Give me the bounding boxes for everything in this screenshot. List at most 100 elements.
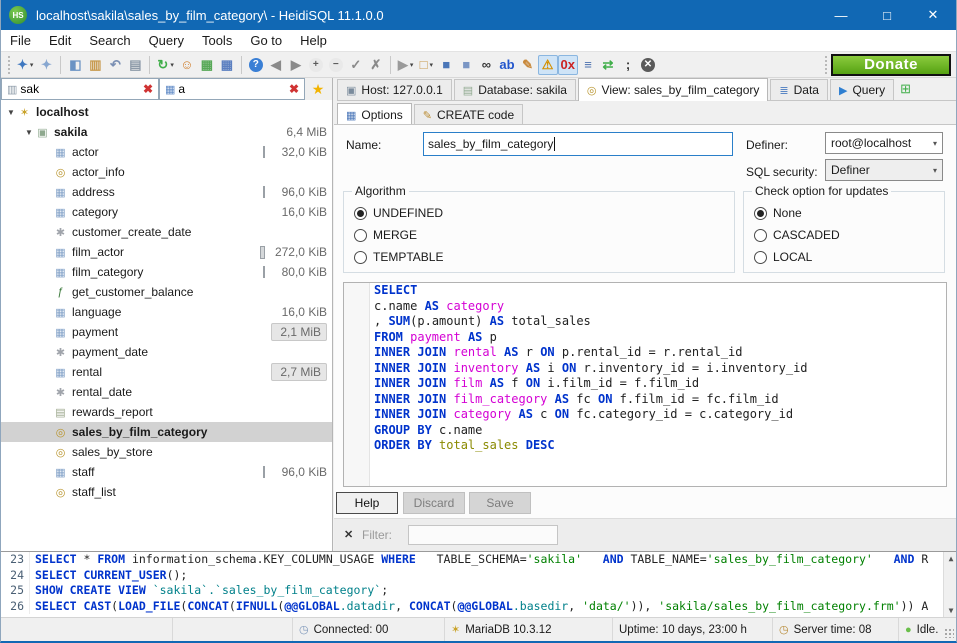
tree-item-rewards_report[interactable]: ▤rewards_report (1, 402, 332, 422)
star-icon[interactable]: ★ (305, 78, 331, 100)
first-record-icon[interactable]: ◀ (266, 55, 286, 75)
database-filter-input[interactable] (20, 82, 140, 96)
tab-database-sakila[interactable]: ▤Database: sakila (454, 79, 576, 100)
size-value: 2,1 MiB (271, 323, 327, 341)
subtab-options[interactable]: ▦Options (337, 103, 412, 126)
table-filter-input[interactable] (178, 82, 286, 96)
maximize-button[interactable]: □ (864, 0, 910, 30)
tree-item-rental_date[interactable]: ✱rental_date (1, 382, 332, 402)
tree-item-sales_by_store[interactable]: ◎sales_by_store (1, 442, 332, 462)
radio-check-local[interactable]: LOCAL (754, 248, 812, 266)
radio-algorithm-merge[interactable]: MERGE (354, 226, 417, 244)
tree-item-rental[interactable]: ▦rental2,7 MiB (1, 362, 332, 382)
radio-check-cascaded[interactable]: CASCADED (754, 226, 840, 244)
explain-icon[interactable]: ≡ (578, 55, 598, 75)
bind-params-icon[interactable]: ⇄ (598, 55, 618, 75)
tree-item-sales_by_film_category[interactable]: ◎sales_by_film_category (1, 422, 332, 442)
scroll-down-icon[interactable]: ▼ (949, 606, 954, 615)
delete-record-icon[interactable]: − (326, 55, 346, 75)
last-record-icon[interactable]: ▶ (286, 55, 306, 75)
stop-on-errors-icon[interactable]: ⚠ (538, 55, 558, 75)
radio-algorithm-temptable[interactable]: TEMPTABLE (354, 248, 443, 266)
new-query-tab-icon[interactable]: ⊞ (900, 81, 911, 97)
menu-item-file[interactable]: File (1, 30, 40, 51)
chevron-expanded-icon[interactable]: ▼ (5, 108, 17, 117)
sql-log-panel[interactable]: ▲ ▼ 23SELECT * FROM information_schema.K… (1, 551, 957, 617)
session-manager-icon[interactable]: ✦▾ (14, 55, 36, 75)
tab-host-127-0-0-1[interactable]: ▣Host: 127.0.0.1 (337, 79, 452, 100)
save-sql-as-icon[interactable]: ■ (456, 55, 476, 75)
tree-item-customer_create_date[interactable]: ✱customer_create_date (1, 222, 332, 242)
cancel-edits-icon[interactable]: ✗ (366, 55, 386, 75)
help-icon[interactable]: ? (246, 55, 266, 75)
tree-item-localhost[interactable]: ▼✶localhost (1, 102, 332, 122)
editor-line: 10GROUP BY c.name (344, 423, 946, 439)
tree-item-film_category[interactable]: ▦film_category80,0 KiB (1, 262, 332, 282)
blob-viewer-icon[interactable]: 0x (558, 55, 578, 75)
save-data-icon[interactable]: ▦ (217, 55, 237, 75)
close-icon[interactable]: ✕ (344, 528, 353, 541)
menu-item-query[interactable]: Query (140, 30, 193, 51)
paste-icon[interactable]: ▥ (85, 55, 105, 75)
tree-item-sakila[interactable]: ▼▣sakila6,4 MiB (1, 122, 332, 142)
menu-item-tools[interactable]: Tools (193, 30, 241, 51)
view-name-input[interactable]: sales_by_film_category (423, 132, 733, 156)
tree-item-staff_list[interactable]: ◎staff_list (1, 482, 332, 502)
export-database-icon[interactable]: ▦ (197, 55, 217, 75)
replace-text-icon[interactable]: ab (496, 55, 517, 75)
tab-view-sales-by-film-category[interactable]: ◎View: sales_by_film_category (578, 78, 768, 101)
reformat-sql-icon[interactable]: ✎ (518, 55, 538, 75)
donate-button[interactable]: Donate (831, 54, 951, 76)
undo-icon[interactable]: ↶ (105, 55, 125, 75)
find-text-icon[interactable]: ∞ (476, 55, 496, 75)
resize-grip[interactable] (944, 628, 954, 638)
tree-item-category[interactable]: ▦category16,0 KiB (1, 202, 332, 222)
tree-item-actor[interactable]: ▦actor32,0 KiB (1, 142, 332, 162)
print-icon[interactable]: ▤ (125, 55, 145, 75)
radio-label: UNDEFINED (373, 206, 443, 220)
save-sql-icon[interactable]: ■ (436, 55, 456, 75)
tree-item-label: sales_by_film_category (72, 425, 207, 439)
run-query-icon[interactable]: ▶▾ (395, 55, 417, 75)
editor-line: 2c.name AS category (344, 299, 946, 315)
tree-item-payment[interactable]: ▦payment2,1 MiB (1, 322, 332, 342)
tree-item-address[interactable]: ▦address96,0 KiB (1, 182, 332, 202)
close-button[interactable]: ✕ (910, 0, 956, 30)
menu-item-help[interactable]: Help (291, 30, 336, 51)
disconnect-icon[interactable]: ✦ (36, 55, 56, 75)
clear-database-filter-icon[interactable]: ✖ (140, 82, 156, 96)
menu-item-edit[interactable]: Edit (40, 30, 80, 51)
sql-security-select[interactable]: Definer▾ (825, 159, 943, 181)
definer-select[interactable]: root@localhost▾ (825, 132, 943, 154)
refresh-icon[interactable]: ↻▾ (154, 55, 176, 75)
menu-item-search[interactable]: Search (80, 30, 139, 51)
clear-table-filter-icon[interactable]: ✖ (286, 82, 302, 96)
view-body-editor[interactable]: 1SELECT2c.name AS category3, SUM(p.amoun… (343, 282, 947, 487)
log-scrollbar[interactable]: ▲ ▼ (943, 552, 957, 617)
tree-item-get_customer_balance[interactable]: ƒget_customer_balance (1, 282, 332, 302)
scroll-up-icon[interactable]: ▲ (949, 554, 954, 563)
window-title: localhost\sakila\sales_by_film_category\… (36, 8, 384, 23)
menu-item-go-to[interactable]: Go to (241, 30, 291, 51)
stop-icon[interactable]: ✕ (638, 55, 658, 75)
post-edits-icon[interactable]: ✓ (346, 55, 366, 75)
load-sql-icon[interactable]: □▾ (416, 55, 436, 75)
log-filter-input[interactable] (408, 525, 558, 545)
minimize-button[interactable]: — (818, 0, 864, 30)
insert-record-icon[interactable]: + (306, 55, 326, 75)
tab-query[interactable]: ▶Query (830, 79, 894, 100)
radio-check-none[interactable]: None (754, 204, 802, 222)
tree-item-payment_date[interactable]: ✱payment_date (1, 342, 332, 362)
user-manager-icon[interactable]: ☺ (177, 55, 197, 75)
tree-item-actor_info[interactable]: ◎actor_info (1, 162, 332, 182)
tree-item-staff[interactable]: ▦staff96,0 KiB (1, 462, 332, 482)
semicolon-icon[interactable]: ; (618, 55, 638, 75)
subtab-create-code[interactable]: ✎CREATE code (414, 104, 523, 125)
help-button[interactable]: Help (336, 492, 398, 514)
tab-data[interactable]: ≣Data (770, 79, 828, 100)
tree-item-language[interactable]: ▦language16,0 KiB (1, 302, 332, 322)
tree-item-film_actor[interactable]: ▦film_actor272,0 KiB (1, 242, 332, 262)
copy-icon[interactable]: ◧ (65, 55, 85, 75)
radio-algorithm-undefined[interactable]: UNDEFINED (354, 204, 443, 222)
chevron-expanded-icon[interactable]: ▼ (23, 128, 35, 137)
